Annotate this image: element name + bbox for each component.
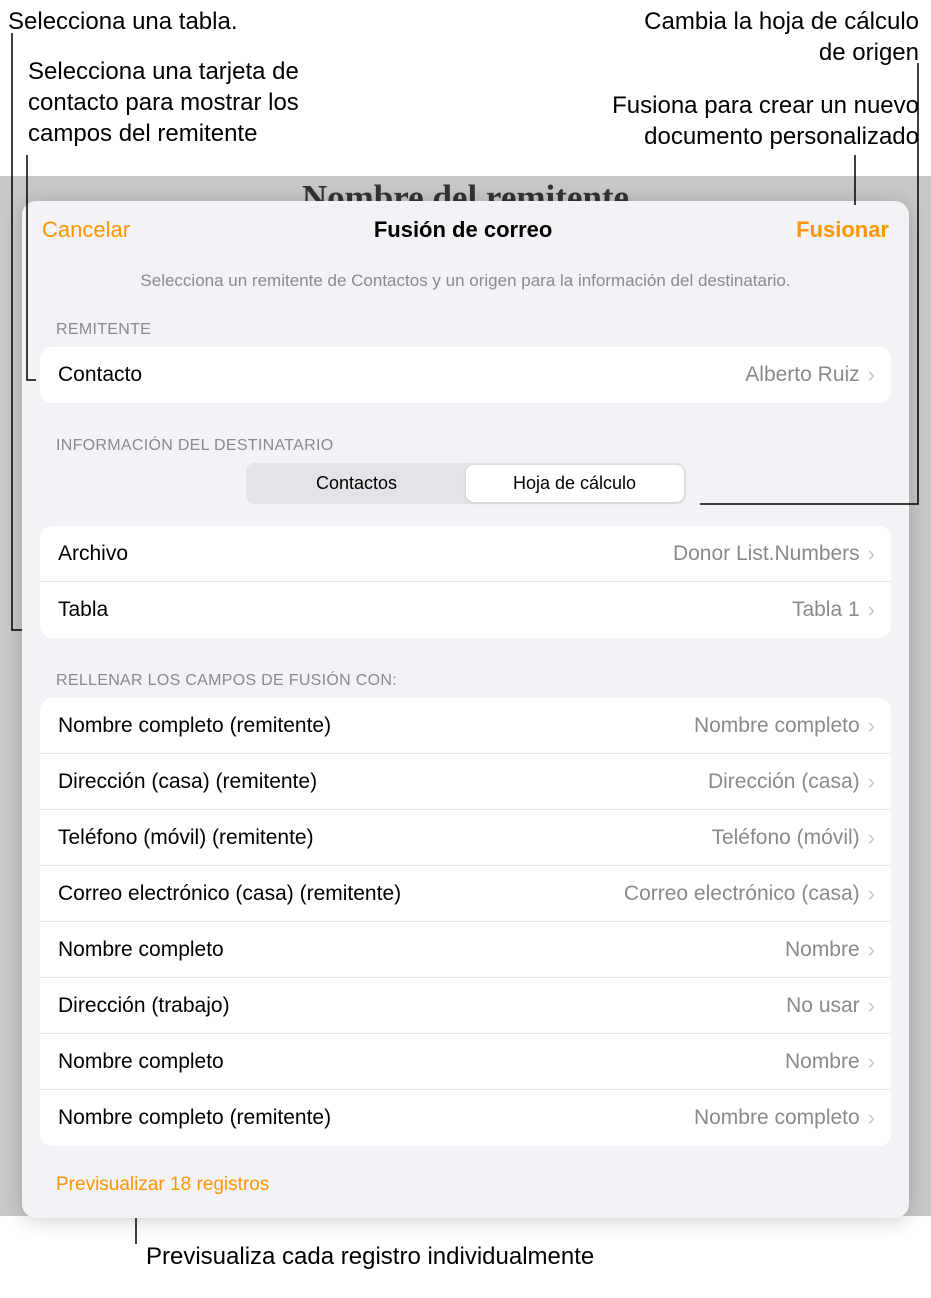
recipient-source-segmented[interactable]: Contactos Hoja de cálculo bbox=[246, 463, 686, 504]
fields-group: Nombre completo (remitente) Nombre compl… bbox=[40, 698, 891, 1146]
field-value: Nombre bbox=[785, 938, 860, 962]
field-row[interactable]: Dirección (trabajo) No usar › bbox=[40, 978, 891, 1034]
field-value: Nombre completo bbox=[694, 1106, 860, 1130]
chevron-right-icon: › bbox=[868, 939, 875, 961]
chevron-right-icon: › bbox=[868, 1107, 875, 1129]
table-label: Tabla bbox=[58, 598, 792, 622]
table-row[interactable]: Tabla Tabla 1 › bbox=[40, 582, 891, 638]
annotation-select-table: Selecciona una tabla. bbox=[8, 6, 238, 37]
annotation-preview-each: Previsualiza cada registro individualmen… bbox=[146, 1241, 594, 1272]
field-row[interactable]: Nombre completo (remitente) Nombre compl… bbox=[40, 1090, 891, 1146]
sender-group: Contacto Alberto Ruiz › bbox=[40, 347, 891, 403]
field-label: Nombre completo (remitente) bbox=[58, 714, 694, 738]
field-label: Teléfono (móvil) (remitente) bbox=[58, 826, 711, 850]
chevron-right-icon: › bbox=[868, 543, 875, 565]
field-label: Nombre completo bbox=[58, 938, 785, 962]
chevron-right-icon: › bbox=[868, 771, 875, 793]
cancel-button[interactable]: Cancelar bbox=[42, 217, 130, 243]
annotation-contact-card: Selecciona una tarjeta de contacto para … bbox=[28, 56, 368, 150]
field-label: Nombre completo (remitente) bbox=[58, 1106, 694, 1130]
chevron-right-icon: › bbox=[868, 995, 875, 1017]
contact-value: Alberto Ruiz bbox=[745, 363, 859, 387]
field-value: Teléfono (móvil) bbox=[711, 826, 859, 850]
source-group: Archivo Donor List.Numbers › Tabla Tabla… bbox=[40, 526, 891, 638]
field-row[interactable]: Nombre completo (remitente) Nombre compl… bbox=[40, 698, 891, 754]
chevron-right-icon: › bbox=[868, 715, 875, 737]
field-label: Dirección (trabajo) bbox=[58, 994, 786, 1018]
segment-spreadsheet[interactable]: Hoja de cálculo bbox=[466, 465, 684, 502]
file-value: Donor List.Numbers bbox=[673, 542, 860, 566]
chevron-right-icon: › bbox=[868, 364, 875, 386]
modal-header: Cancelar Fusión de correo Fusionar bbox=[22, 201, 909, 251]
annotation-merge-new: Fusiona para crear un nuevo documento pe… bbox=[499, 90, 919, 152]
recipient-section-header: INFORMACIÓN DEL DESTINATARIO bbox=[22, 433, 909, 463]
chevron-right-icon: › bbox=[868, 599, 875, 621]
modal-title: Fusión de correo bbox=[374, 217, 552, 243]
field-row[interactable]: Nombre completo Nombre › bbox=[40, 922, 891, 978]
segment-contacts[interactable]: Contactos bbox=[248, 465, 466, 502]
contact-label: Contacto bbox=[58, 363, 745, 387]
field-label: Correo electrónico (casa) (remitente) bbox=[58, 882, 624, 906]
mail-merge-modal: Cancelar Fusión de correo Fusionar Selec… bbox=[22, 201, 909, 1218]
field-value: Dirección (casa) bbox=[708, 770, 860, 794]
field-row[interactable]: Nombre completo Nombre › bbox=[40, 1034, 891, 1090]
contact-row[interactable]: Contacto Alberto Ruiz › bbox=[40, 347, 891, 403]
field-label: Nombre completo bbox=[58, 1050, 785, 1074]
sender-section-header: REMITENTE bbox=[22, 317, 909, 347]
annotation-change-source: Cambia la hoja de cálculo de origen bbox=[639, 6, 919, 68]
field-value: Nombre completo bbox=[694, 714, 860, 738]
chevron-right-icon: › bbox=[868, 1051, 875, 1073]
file-row[interactable]: Archivo Donor List.Numbers › bbox=[40, 526, 891, 582]
chevron-right-icon: › bbox=[868, 827, 875, 849]
table-value: Tabla 1 bbox=[792, 598, 860, 622]
fields-section-header: RELLENAR LOS CAMPOS DE FUSIÓN CON: bbox=[22, 668, 909, 698]
modal-subtitle: Selecciona un remitente de Contactos y u… bbox=[22, 251, 909, 317]
merge-button[interactable]: Fusionar bbox=[796, 217, 889, 243]
preview-records-link[interactable]: Previsualizar 18 registros bbox=[22, 1164, 909, 1210]
field-value: Nombre bbox=[785, 1050, 860, 1074]
field-value: Correo electrónico (casa) bbox=[624, 882, 860, 906]
chevron-right-icon: › bbox=[868, 883, 875, 905]
field-value: No usar bbox=[786, 994, 860, 1018]
field-row[interactable]: Dirección (casa) (remitente) Dirección (… bbox=[40, 754, 891, 810]
file-label: Archivo bbox=[58, 542, 673, 566]
field-row[interactable]: Teléfono (móvil) (remitente) Teléfono (m… bbox=[40, 810, 891, 866]
field-row[interactable]: Correo electrónico (casa) (remitente) Co… bbox=[40, 866, 891, 922]
field-label: Dirección (casa) (remitente) bbox=[58, 770, 708, 794]
